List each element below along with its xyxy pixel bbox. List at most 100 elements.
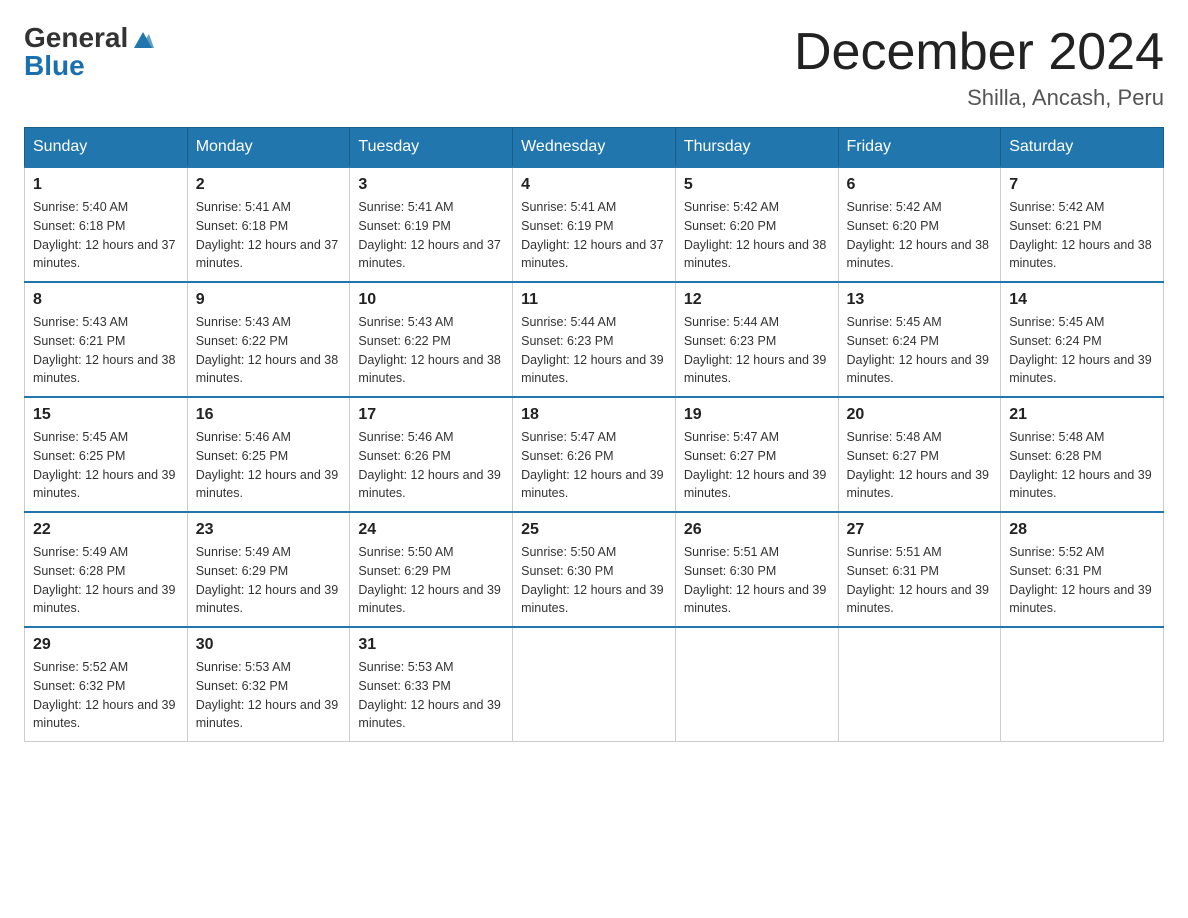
day-cell: 23 Sunrise: 5:49 AMSunset: 6:29 PMDaylig… bbox=[187, 512, 350, 627]
day-number: 17 bbox=[358, 406, 504, 424]
day-cell: 9 Sunrise: 5:43 AMSunset: 6:22 PMDayligh… bbox=[187, 282, 350, 397]
day-number: 26 bbox=[684, 521, 830, 539]
calendar-table: SundayMondayTuesdayWednesdayThursdayFrid… bbox=[24, 127, 1164, 742]
location-title: Shilla, Ancash, Peru bbox=[794, 85, 1164, 111]
day-info: Sunrise: 5:47 AMSunset: 6:26 PMDaylight:… bbox=[521, 428, 667, 503]
day-number: 8 bbox=[33, 291, 179, 309]
day-header-saturday: Saturday bbox=[1001, 128, 1164, 168]
day-cell: 17 Sunrise: 5:46 AMSunset: 6:26 PMDaylig… bbox=[350, 397, 513, 512]
day-cell: 5 Sunrise: 5:42 AMSunset: 6:20 PMDayligh… bbox=[675, 167, 838, 282]
month-title: December 2024 bbox=[794, 24, 1164, 81]
week-row-4: 22 Sunrise: 5:49 AMSunset: 6:28 PMDaylig… bbox=[25, 512, 1164, 627]
day-info: Sunrise: 5:45 AMSunset: 6:24 PMDaylight:… bbox=[847, 313, 993, 388]
day-header-friday: Friday bbox=[838, 128, 1001, 168]
day-number: 18 bbox=[521, 406, 667, 424]
day-info: Sunrise: 5:46 AMSunset: 6:26 PMDaylight:… bbox=[358, 428, 504, 503]
day-number: 7 bbox=[1009, 176, 1155, 194]
day-info: Sunrise: 5:51 AMSunset: 6:31 PMDaylight:… bbox=[847, 543, 993, 618]
day-cell: 22 Sunrise: 5:49 AMSunset: 6:28 PMDaylig… bbox=[25, 512, 188, 627]
day-cell: 28 Sunrise: 5:52 AMSunset: 6:31 PMDaylig… bbox=[1001, 512, 1164, 627]
day-info: Sunrise: 5:48 AMSunset: 6:27 PMDaylight:… bbox=[847, 428, 993, 503]
day-number: 31 bbox=[358, 636, 504, 654]
day-info: Sunrise: 5:53 AMSunset: 6:32 PMDaylight:… bbox=[196, 658, 342, 733]
day-info: Sunrise: 5:53 AMSunset: 6:33 PMDaylight:… bbox=[358, 658, 504, 733]
page-header: General Blue December 2024 Shilla, Ancas… bbox=[24, 24, 1164, 111]
day-cell: 15 Sunrise: 5:45 AMSunset: 6:25 PMDaylig… bbox=[25, 397, 188, 512]
day-info: Sunrise: 5:42 AMSunset: 6:20 PMDaylight:… bbox=[847, 198, 993, 273]
day-info: Sunrise: 5:41 AMSunset: 6:19 PMDaylight:… bbox=[521, 198, 667, 273]
day-header-sunday: Sunday bbox=[25, 128, 188, 168]
day-cell bbox=[513, 627, 676, 742]
day-number: 13 bbox=[847, 291, 993, 309]
day-number: 6 bbox=[847, 176, 993, 194]
day-info: Sunrise: 5:48 AMSunset: 6:28 PMDaylight:… bbox=[1009, 428, 1155, 503]
day-cell: 31 Sunrise: 5:53 AMSunset: 6:33 PMDaylig… bbox=[350, 627, 513, 742]
day-cell: 10 Sunrise: 5:43 AMSunset: 6:22 PMDaylig… bbox=[350, 282, 513, 397]
day-number: 24 bbox=[358, 521, 504, 539]
day-cell: 7 Sunrise: 5:42 AMSunset: 6:21 PMDayligh… bbox=[1001, 167, 1164, 282]
day-cell: 24 Sunrise: 5:50 AMSunset: 6:29 PMDaylig… bbox=[350, 512, 513, 627]
day-number: 15 bbox=[33, 406, 179, 424]
day-header-tuesday: Tuesday bbox=[350, 128, 513, 168]
day-cell: 13 Sunrise: 5:45 AMSunset: 6:24 PMDaylig… bbox=[838, 282, 1001, 397]
week-row-3: 15 Sunrise: 5:45 AMSunset: 6:25 PMDaylig… bbox=[25, 397, 1164, 512]
week-row-1: 1 Sunrise: 5:40 AMSunset: 6:18 PMDayligh… bbox=[25, 167, 1164, 282]
title-section: December 2024 Shilla, Ancash, Peru bbox=[794, 24, 1164, 111]
day-info: Sunrise: 5:50 AMSunset: 6:30 PMDaylight:… bbox=[521, 543, 667, 618]
day-cell bbox=[675, 627, 838, 742]
day-header-wednesday: Wednesday bbox=[513, 128, 676, 168]
day-cell: 14 Sunrise: 5:45 AMSunset: 6:24 PMDaylig… bbox=[1001, 282, 1164, 397]
day-cell: 26 Sunrise: 5:51 AMSunset: 6:30 PMDaylig… bbox=[675, 512, 838, 627]
day-cell: 3 Sunrise: 5:41 AMSunset: 6:19 PMDayligh… bbox=[350, 167, 513, 282]
day-cell: 16 Sunrise: 5:46 AMSunset: 6:25 PMDaylig… bbox=[187, 397, 350, 512]
day-number: 9 bbox=[196, 291, 342, 309]
day-cell: 4 Sunrise: 5:41 AMSunset: 6:19 PMDayligh… bbox=[513, 167, 676, 282]
day-cell: 6 Sunrise: 5:42 AMSunset: 6:20 PMDayligh… bbox=[838, 167, 1001, 282]
day-info: Sunrise: 5:45 AMSunset: 6:24 PMDaylight:… bbox=[1009, 313, 1155, 388]
day-number: 21 bbox=[1009, 406, 1155, 424]
day-info: Sunrise: 5:43 AMSunset: 6:22 PMDaylight:… bbox=[196, 313, 342, 388]
day-number: 3 bbox=[358, 176, 504, 194]
day-cell: 11 Sunrise: 5:44 AMSunset: 6:23 PMDaylig… bbox=[513, 282, 676, 397]
day-cell: 20 Sunrise: 5:48 AMSunset: 6:27 PMDaylig… bbox=[838, 397, 1001, 512]
day-number: 14 bbox=[1009, 291, 1155, 309]
day-header-monday: Monday bbox=[187, 128, 350, 168]
day-info: Sunrise: 5:52 AMSunset: 6:31 PMDaylight:… bbox=[1009, 543, 1155, 618]
logo: General Blue bbox=[24, 24, 154, 80]
day-info: Sunrise: 5:42 AMSunset: 6:20 PMDaylight:… bbox=[684, 198, 830, 273]
day-number: 10 bbox=[358, 291, 504, 309]
day-info: Sunrise: 5:41 AMSunset: 6:18 PMDaylight:… bbox=[196, 198, 342, 273]
day-number: 19 bbox=[684, 406, 830, 424]
day-number: 11 bbox=[521, 291, 667, 309]
day-number: 27 bbox=[847, 521, 993, 539]
day-number: 2 bbox=[196, 176, 342, 194]
day-number: 23 bbox=[196, 521, 342, 539]
day-cell: 21 Sunrise: 5:48 AMSunset: 6:28 PMDaylig… bbox=[1001, 397, 1164, 512]
day-number: 20 bbox=[847, 406, 993, 424]
day-number: 29 bbox=[33, 636, 179, 654]
week-row-2: 8 Sunrise: 5:43 AMSunset: 6:21 PMDayligh… bbox=[25, 282, 1164, 397]
day-number: 1 bbox=[33, 176, 179, 194]
day-info: Sunrise: 5:44 AMSunset: 6:23 PMDaylight:… bbox=[684, 313, 830, 388]
day-cell: 29 Sunrise: 5:52 AMSunset: 6:32 PMDaylig… bbox=[25, 627, 188, 742]
day-info: Sunrise: 5:42 AMSunset: 6:21 PMDaylight:… bbox=[1009, 198, 1155, 273]
day-info: Sunrise: 5:49 AMSunset: 6:28 PMDaylight:… bbox=[33, 543, 179, 618]
day-info: Sunrise: 5:52 AMSunset: 6:32 PMDaylight:… bbox=[33, 658, 179, 733]
day-cell: 19 Sunrise: 5:47 AMSunset: 6:27 PMDaylig… bbox=[675, 397, 838, 512]
day-number: 4 bbox=[521, 176, 667, 194]
day-cell bbox=[838, 627, 1001, 742]
day-info: Sunrise: 5:41 AMSunset: 6:19 PMDaylight:… bbox=[358, 198, 504, 273]
day-cell: 12 Sunrise: 5:44 AMSunset: 6:23 PMDaylig… bbox=[675, 282, 838, 397]
day-info: Sunrise: 5:40 AMSunset: 6:18 PMDaylight:… bbox=[33, 198, 179, 273]
day-info: Sunrise: 5:45 AMSunset: 6:25 PMDaylight:… bbox=[33, 428, 179, 503]
day-info: Sunrise: 5:51 AMSunset: 6:30 PMDaylight:… bbox=[684, 543, 830, 618]
day-cell bbox=[1001, 627, 1164, 742]
days-header-row: SundayMondayTuesdayWednesdayThursdayFrid… bbox=[25, 128, 1164, 168]
day-header-thursday: Thursday bbox=[675, 128, 838, 168]
day-number: 5 bbox=[684, 176, 830, 194]
day-cell: 1 Sunrise: 5:40 AMSunset: 6:18 PMDayligh… bbox=[25, 167, 188, 282]
week-row-5: 29 Sunrise: 5:52 AMSunset: 6:32 PMDaylig… bbox=[25, 627, 1164, 742]
day-cell: 25 Sunrise: 5:50 AMSunset: 6:30 PMDaylig… bbox=[513, 512, 676, 627]
day-info: Sunrise: 5:43 AMSunset: 6:21 PMDaylight:… bbox=[33, 313, 179, 388]
logo-blue-text: Blue bbox=[24, 52, 85, 80]
